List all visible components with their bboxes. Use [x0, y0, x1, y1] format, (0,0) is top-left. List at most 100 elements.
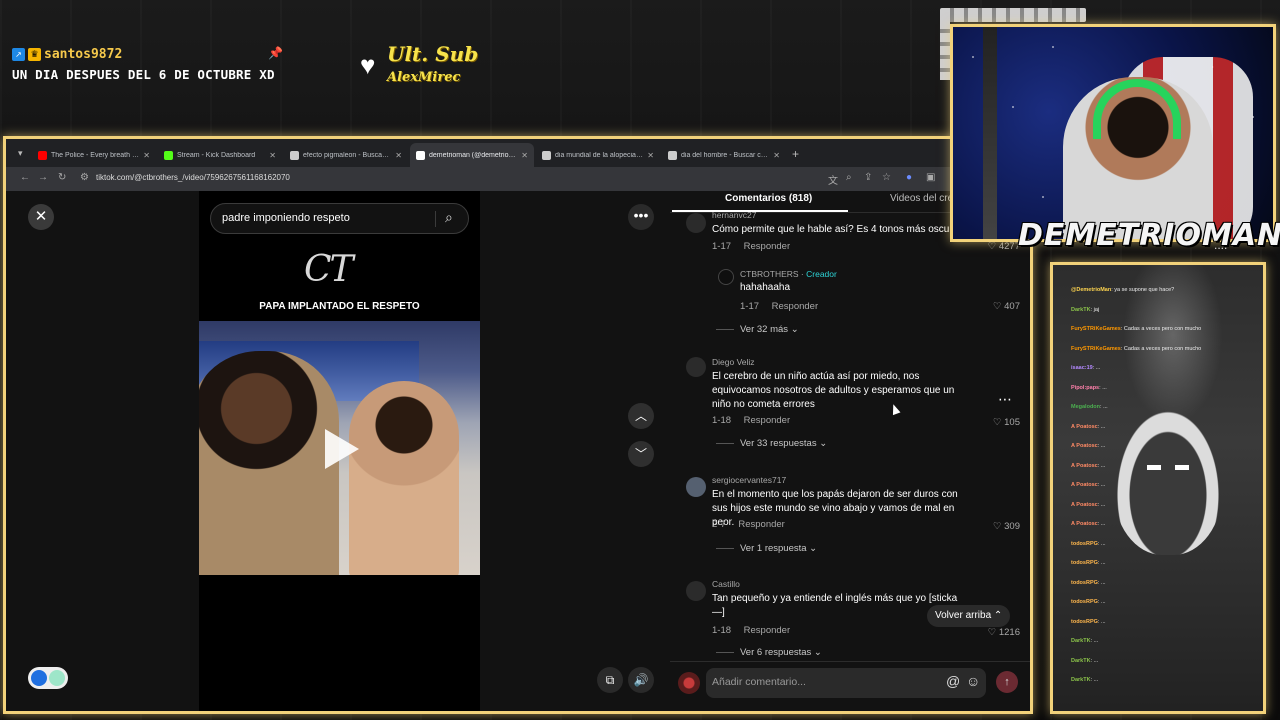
comment-username[interactable]: hernanvc27	[712, 210, 756, 220]
chat-line-user[interactable]: A Poatosc	[1071, 463, 1098, 469]
browser-tab[interactable]: efecto pigmaleon - Buscar con Google ✕	[284, 143, 408, 167]
search-input[interactable]: padre imponiendo respeto	[222, 212, 350, 224]
autoscroll-toggle[interactable]	[28, 667, 68, 689]
reply-button[interactable]: Responder	[772, 301, 818, 312]
reply-button[interactable]: Responder	[744, 415, 790, 426]
site-info-icon[interactable]: ⚙	[80, 172, 89, 183]
zoom-icon[interactable]: ⌕	[846, 172, 852, 183]
back-icon[interactable]: ←	[20, 172, 30, 183]
chat-line-user[interactable]: todosRPG	[1071, 560, 1098, 566]
volume-button[interactable]: 🔊	[628, 667, 654, 693]
url-field[interactable]: tiktok.com/@ctbrothers_/video/7596267561…	[96, 173, 290, 182]
window-menu-icon[interactable]: ▾	[18, 148, 23, 159]
reload-icon[interactable]: ↻	[58, 172, 66, 183]
view-more-replies[interactable]: Ver 1 respuesta ⌄	[716, 543, 817, 554]
browser-tab[interactable]: dia del hombre - Buscar con Google ✕	[662, 143, 786, 167]
comment-username[interactable]: Castillo	[712, 579, 740, 589]
extensions-puzzle-icon[interactable]: ▣	[926, 172, 935, 183]
tab-creator-videos[interactable]: Videos del cre	[890, 193, 953, 204]
previous-video-button[interactable]: ︿	[628, 403, 654, 429]
close-tab-icon[interactable]: ✕	[521, 151, 528, 160]
comment-username[interactable]: sergiocervantes717	[712, 475, 786, 485]
browser-tab[interactable]: The Police - Every breath you take✕	[32, 143, 156, 167]
avatar[interactable]	[686, 213, 706, 233]
close-tab-icon[interactable]: ✕	[647, 151, 654, 160]
comment-username[interactable]: Diego Veliz	[712, 357, 755, 367]
comment-username[interactable]: CTBROTHERS · Creador	[740, 269, 837, 279]
avatar[interactable]	[686, 581, 706, 601]
chat-line-user[interactable]: A Poatosc	[1071, 482, 1098, 488]
back-to-top-button[interactable]: Volver arriba ⌃	[927, 605, 1011, 627]
view-more-replies[interactable]: Ver 33 respuestas ⌄	[716, 438, 827, 449]
view-more-replies[interactable]: Ver 32 más ⌄	[716, 324, 799, 335]
like-count[interactable]: ♡ 1216	[988, 627, 1020, 638]
more-replies-label: Ver 32 más	[740, 324, 789, 335]
chat-line-user[interactable]: FurySTRiKeGames	[1071, 346, 1121, 352]
close-video-button[interactable]: ✕	[28, 204, 54, 230]
forward-icon[interactable]: →	[38, 172, 48, 183]
chat-line-user[interactable]: todosRPG	[1071, 599, 1098, 605]
like-count[interactable]: ♡ 309	[993, 521, 1020, 532]
reply-button[interactable]: Responder	[744, 625, 790, 636]
chat-line-user[interactable]: Megalodon	[1071, 404, 1100, 410]
more-options-button[interactable]: •••	[628, 204, 654, 230]
search-bar[interactable]: padre imponiendo respeto ⌕	[210, 203, 469, 234]
send-comment-button[interactable]: ↑	[996, 671, 1018, 693]
close-tab-icon[interactable]: ✕	[773, 151, 780, 160]
chat-line-user[interactable]: DarkTK	[1071, 658, 1091, 664]
chat-line-user[interactable]: A Poatosc	[1071, 424, 1098, 430]
chat-line-text: ...	[1093, 677, 1099, 683]
chat-line-user[interactable]: Pipol:paps	[1071, 385, 1099, 391]
extension-icon[interactable]: ●	[906, 172, 912, 183]
share-icon[interactable]: ⇪	[864, 172, 872, 183]
chat-line-user[interactable]: A Poatosc	[1071, 521, 1098, 527]
search-icon[interactable]: ⌕	[445, 209, 453, 226]
chat-line-user[interactable]: FurySTRiKeGames	[1071, 326, 1121, 332]
like-count[interactable]: ♡ 105	[993, 417, 1020, 428]
chat-line-user[interactable]: DarkTK	[1071, 307, 1091, 313]
bookmark-star-icon[interactable]: ☆	[882, 172, 891, 183]
webcam-decoration-side	[940, 20, 950, 80]
browser-tab[interactable]: Stream - Kick Dashboard ✕	[158, 143, 282, 167]
close-tab-icon[interactable]: ✕	[395, 151, 402, 160]
chat-line-user[interactable]: todosRPG	[1071, 541, 1098, 547]
comment-input[interactable]: Añadir comentario... @ ☺	[706, 668, 986, 698]
tiktok-page: ✕ padre imponiendo respeto ⌕ CT PAPA IMP…	[6, 191, 1030, 711]
chat-line-text: Cadas a veces pero con mucho	[1123, 326, 1202, 332]
chat-line-user[interactable]: todosRPG	[1071, 580, 1098, 586]
chat-line-user[interactable]: DarkTK	[1071, 677, 1091, 683]
browser-tab[interactable]: demetrioman (@demetrioman) ✕	[410, 143, 534, 167]
close-tab-icon[interactable]: ✕	[269, 151, 276, 160]
play-icon[interactable]	[325, 429, 359, 469]
chat-line-user[interactable]: A Poatosc	[1071, 502, 1098, 508]
mention-icon[interactable]: @	[946, 673, 960, 689]
view-more-replies[interactable]: Ver 6 respuestas ⌄	[716, 647, 822, 658]
chat-line: DarkTK: jaj	[1071, 307, 1099, 314]
chat-line-user[interactable]: DarkTK	[1071, 638, 1091, 644]
tab-comments[interactable]: Comentarios (818)	[725, 193, 812, 204]
browser-tab[interactable]: dia mundial de la alopecia - Buscar ✕	[536, 143, 660, 167]
chat-line: A Poatosc: ...	[1071, 424, 1105, 431]
next-video-button[interactable]: ﹀	[628, 441, 654, 467]
new-tab-button[interactable]: +	[792, 147, 799, 161]
reply-button[interactable]: Responder	[738, 519, 784, 530]
chat-line-user[interactable]: todosRPG	[1071, 619, 1098, 625]
avatar[interactable]	[686, 477, 706, 497]
translate-icon[interactable]: 文	[828, 172, 838, 187]
chat-line-user[interactable]: @DemetrioMan	[1071, 287, 1111, 293]
avatar[interactable]	[686, 357, 706, 377]
emoji-icon[interactable]: ☺	[966, 673, 980, 689]
like-count[interactable]: ♡ 4277	[988, 241, 1020, 252]
like-count[interactable]: ♡ 407	[993, 301, 1020, 312]
pip-button[interactable]: ⧉	[597, 667, 623, 693]
tab-title: The Police - Every breath you take	[51, 151, 140, 159]
channel-logo: CT	[304, 249, 354, 290]
chat-line-user[interactable]: isaac:19	[1071, 365, 1093, 371]
comments-panel: Comentarios (818) Videos del cre hernanv…	[670, 191, 1030, 711]
close-tab-icon[interactable]: ✕	[143, 151, 150, 160]
reply-button[interactable]: Responder	[744, 241, 790, 252]
chat-line-user[interactable]: A Poatosc	[1071, 443, 1098, 449]
avatar[interactable]	[718, 269, 734, 285]
comment-options-icon[interactable]: ⋯	[998, 391, 1012, 408]
video-player[interactable]	[199, 321, 480, 575]
